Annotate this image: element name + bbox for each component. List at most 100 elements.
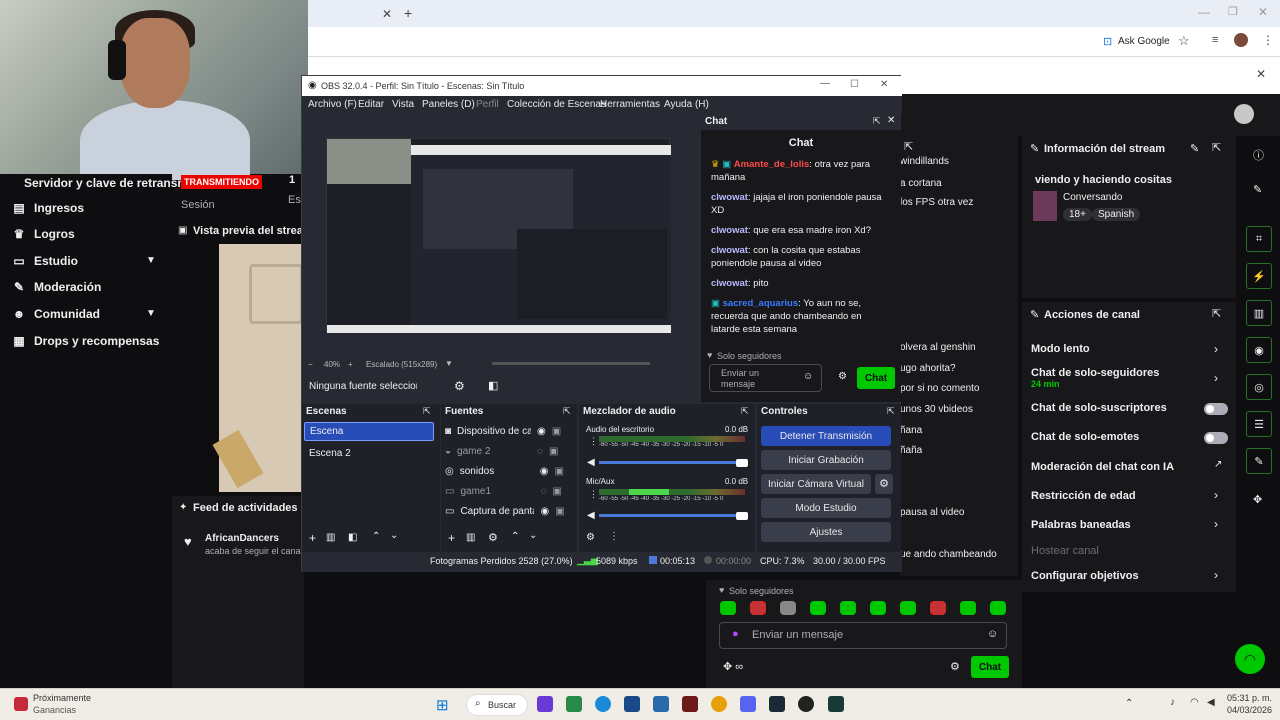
add-icon[interactable]: + [448, 531, 455, 545]
settings-gear-icon[interactable]: ⚙ [950, 660, 960, 673]
virtual-camera-button[interactable]: Iniciar Cámara Virtual [761, 474, 871, 494]
scene-item-active[interactable]: Escena [304, 422, 434, 441]
lock-icon[interactable]: ▣ [552, 486, 561, 497]
lock-icon[interactable]: ▣ [555, 506, 564, 517]
studio-mode-button[interactable]: Modo Estudio [761, 498, 891, 518]
float-dock-icon[interactable]: ⇱ [873, 116, 881, 127]
emote[interactable] [810, 601, 826, 615]
add-icon[interactable]: + [309, 531, 316, 545]
ask-google-button[interactable]: Ask Google [1118, 36, 1170, 47]
feed-user[interactable]: AfricanDancers [205, 533, 279, 544]
menu-scene-collection[interactable]: Colección de Escenas [507, 99, 606, 110]
note-icon[interactable]: ▥ [1246, 300, 1272, 326]
emote[interactable] [960, 601, 976, 615]
close-strip-icon[interactable]: ✕ [1256, 67, 1266, 81]
float-dock-icon[interactable]: ⇱ [887, 406, 895, 417]
chevron-right-icon[interactable]: › [1214, 517, 1218, 531]
filters-icon[interactable]: ◧ [348, 532, 357, 543]
chat-user[interactable]: Amante_de_lolis [734, 159, 810, 170]
menu-view[interactable]: Vista [392, 99, 414, 110]
emote[interactable] [750, 601, 766, 615]
menu-edit[interactable]: Editar [358, 99, 384, 110]
chevron-down-icon[interactable]: ▼ [146, 308, 156, 319]
chevron-right-icon[interactable]: › [1214, 568, 1218, 582]
tag-badge[interactable]: Spanish [1092, 208, 1141, 221]
maximize-icon[interactable]: ☐ [850, 79, 859, 90]
action-slow-mode[interactable]: Modo lento [1031, 343, 1090, 355]
lens-icon[interactable]: ⊡ [1103, 35, 1112, 48]
menu-file[interactable]: Archivo (F) [308, 99, 357, 110]
menu-dots-icon[interactable]: ⋮ [609, 531, 619, 542]
close-dock-icon[interactable]: ✕ [887, 115, 895, 126]
support-chat-icon[interactable]: ◠ [1235, 644, 1265, 674]
source-item[interactable]: ◒ game 2 ◌ ▣ [445, 446, 558, 457]
trash-icon[interactable]: ▥ [326, 532, 335, 543]
action-sub-only[interactable]: Chat de solo-suscriptores [1031, 402, 1167, 414]
scaling-dropdown-icon[interactable]: ▼ [445, 359, 453, 368]
source-item[interactable]: ◎ sonidos ◉ ▣ [445, 466, 564, 477]
action-banned-words[interactable]: Palabras baneadas [1031, 519, 1131, 531]
emote[interactable] [780, 601, 796, 615]
chat-user[interactable]: clwowat [711, 225, 748, 236]
tag-badge[interactable]: 18+ [1063, 208, 1092, 221]
app-icon[interactable] [828, 696, 844, 712]
sidebar-item-drops[interactable]: ▦ Drops y recompensas [12, 334, 159, 348]
bolt-icon[interactable]: ⚡ [1246, 263, 1272, 289]
emote-picker-icon[interactable]: ☺ [803, 371, 813, 382]
popout-icon[interactable]: ⇱ [1212, 141, 1221, 154]
lock-icon[interactable]: ▣ [554, 466, 563, 477]
source-item[interactable]: ◙Dispositivo de capt◉▣ [445, 426, 561, 437]
broadcast-icon[interactable]: ◎ [1246, 374, 1272, 400]
menu-dots-icon[interactable]: ⋮ [589, 489, 598, 500]
volume-slider[interactable] [599, 514, 745, 517]
popout-icon[interactable]: ⇱ [904, 140, 913, 153]
store-icon[interactable] [624, 696, 640, 712]
source-filters-icon[interactable]: ◧ [488, 379, 498, 392]
widget-icon[interactable] [14, 697, 28, 711]
edit-icon[interactable]: ✎ [1190, 142, 1199, 155]
action-goals[interactable]: Configurar objetivos [1031, 570, 1139, 582]
source-settings-gear-icon[interactable]: ⚙ [488, 531, 498, 544]
minimize-icon[interactable]: — [820, 78, 830, 89]
source-item[interactable]: ▭ game1 ◌ ▣ [445, 486, 562, 497]
steam-icon[interactable] [769, 696, 785, 712]
chevron-right-icon[interactable]: › [1214, 342, 1218, 356]
emote-only-toggle[interactable] [1204, 432, 1228, 444]
edge-icon[interactable] [595, 696, 611, 712]
source-properties-gear-icon[interactable]: ⚙ [454, 379, 465, 393]
float-dock-icon[interactable]: ⇱ [741, 406, 749, 417]
emote-picker-icon[interactable]: ☺ [987, 628, 998, 640]
preview-scrollbar[interactable] [492, 362, 650, 365]
menu-dots-icon[interactable]: ⋮ [589, 436, 598, 447]
app-icon[interactable] [682, 696, 698, 712]
obs-program-preview[interactable] [326, 138, 671, 333]
obs-icon[interactable] [798, 696, 814, 712]
browser-address-bar[interactable]: ⊡ Ask Google ☆ ≡ ⋮ [308, 27, 1280, 57]
maximize-icon[interactable]: ❐ [1228, 5, 1238, 18]
zoom-in-icon[interactable]: + [348, 360, 353, 369]
move-down-icon[interactable]: ⌄ [529, 530, 537, 541]
external-link-icon[interactable]: ↗ [1214, 459, 1222, 470]
mixer-settings-gear-icon[interactable]: ⚙ [586, 532, 595, 543]
lock-icon[interactable]: ▣ [552, 426, 561, 437]
points-icon[interactable]: ✥ ∞ [723, 660, 743, 673]
stream-preview[interactable] [212, 244, 303, 492]
sidebar-item-estudio[interactable]: ▭ Estudio [12, 254, 78, 268]
move-down-icon[interactable]: ⌄ [390, 530, 398, 541]
app-icon[interactable] [537, 696, 553, 712]
sidebar-item-moderacion[interactable]: ✎ Moderación [12, 280, 101, 294]
wrench-icon[interactable]: ✎ [1246, 448, 1272, 474]
chevron-up-icon[interactable]: ⌃ [1125, 698, 1133, 709]
emote[interactable] [720, 601, 736, 615]
user-avatar[interactable] [1234, 104, 1254, 124]
move-up-icon[interactable]: ⌃ [372, 531, 380, 542]
emote[interactable] [900, 601, 916, 615]
server-key-item[interactable]: Servidor y clave de retransm [24, 176, 188, 190]
stop-stream-button[interactable]: Detener Transmisión [761, 426, 891, 446]
eye-icon[interactable]: ◉ [540, 506, 549, 517]
menu-tools[interactable]: Herramientas [600, 99, 660, 110]
chevron-right-icon[interactable]: › [1214, 371, 1218, 385]
reading-list-icon[interactable]: ≡ [1212, 34, 1218, 46]
source-item[interactable]: ▭ Captura de pantall ◉ ▣ [445, 506, 565, 517]
mic-icon[interactable]: ♪ [1170, 697, 1175, 708]
